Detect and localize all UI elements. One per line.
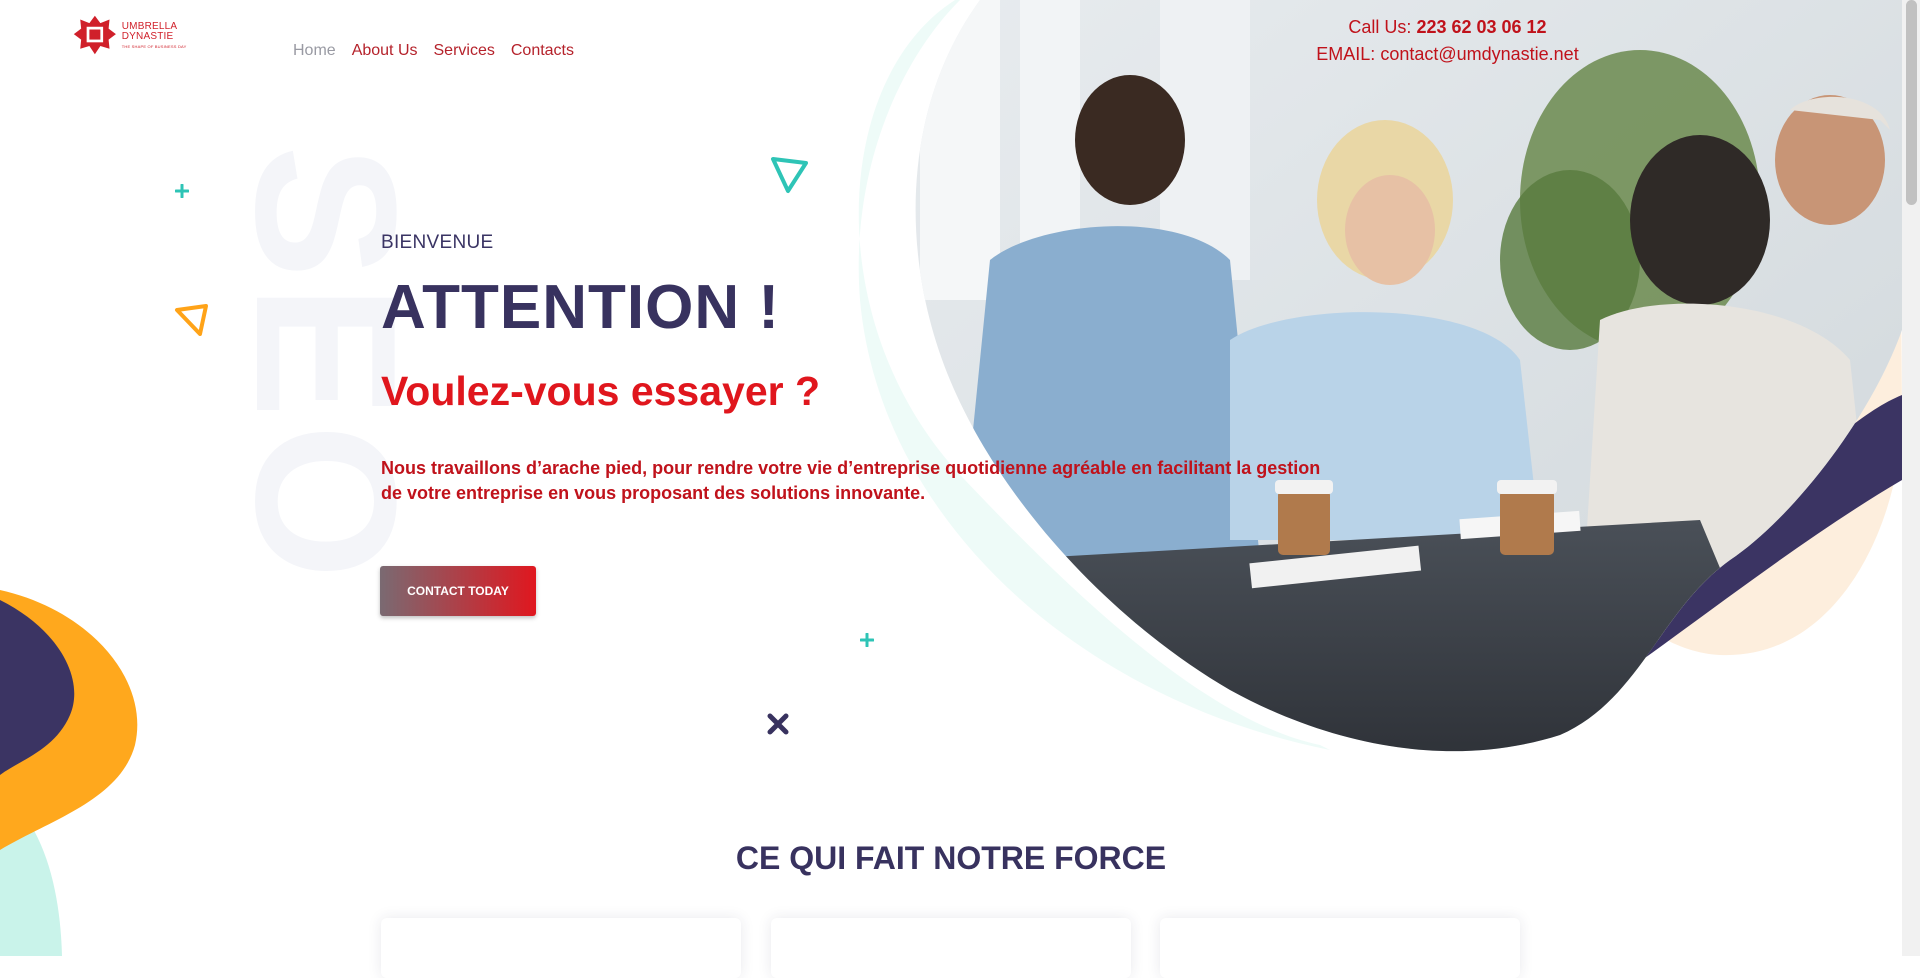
seo-watermark: SEO (214, 145, 437, 586)
brand-logo[interactable]: UMBRELLA DYNASTIE THE SHAPE OF BUSINESS … (72, 10, 222, 60)
hero-headline: ATTENTION ! (381, 273, 781, 342)
phone-label: Call Us: (1348, 17, 1417, 37)
umbrella-logo-icon (73, 15, 116, 55)
contact-today-button[interactable]: CONTACT TODAY (380, 566, 536, 616)
hero-description: Nous travaillons d’arache pied, pour ren… (381, 458, 1321, 503)
nav-services[interactable]: Services (434, 42, 495, 60)
page-scrollbar-thumb[interactable] (1906, 0, 1917, 205)
brand-name: UMBRELLA DYNASTIE (121, 20, 177, 42)
hero-welcome: BIENVENUE (381, 232, 494, 253)
nav-contacts[interactable]: Contacts (511, 42, 574, 60)
teal-triangle-icon (771, 157, 808, 193)
nav-about-us[interactable]: About Us (352, 42, 418, 60)
main-nav: Home About Us Services Contacts (293, 42, 590, 60)
email-address[interactable]: contact@umdynastie.net (1380, 44, 1578, 64)
brand-tagline: THE SHAPE OF BUSINESS DAY (121, 43, 187, 49)
teal-plus-icon (860, 633, 874, 647)
feature-card[interactable] (381, 918, 741, 978)
orange-triangle-icon (175, 304, 208, 336)
nav-home[interactable]: Home (293, 42, 336, 60)
navy-x-icon (767, 713, 789, 735)
team-meeting-photo (915, 0, 1902, 752)
feature-card[interactable] (1160, 918, 1520, 978)
phone-line: Call Us: 223 62 03 06 12 (1290, 14, 1605, 41)
teal-plus-icon (175, 184, 189, 198)
section-title: CE QUI FAIT NOTRE FORCE (735, 840, 1167, 876)
contact-info: Call Us: 223 62 03 06 12 EMAIL: contact@… (1290, 14, 1605, 68)
hero-subheadline: Voulez-vous essayer ? (381, 368, 821, 414)
email-label: EMAIL: (1316, 44, 1381, 64)
phone-number[interactable]: 223 62 03 06 12 (1416, 17, 1546, 37)
feature-card[interactable] (771, 918, 1131, 978)
email-line: EMAIL: contact@umdynastie.net (1290, 41, 1605, 68)
